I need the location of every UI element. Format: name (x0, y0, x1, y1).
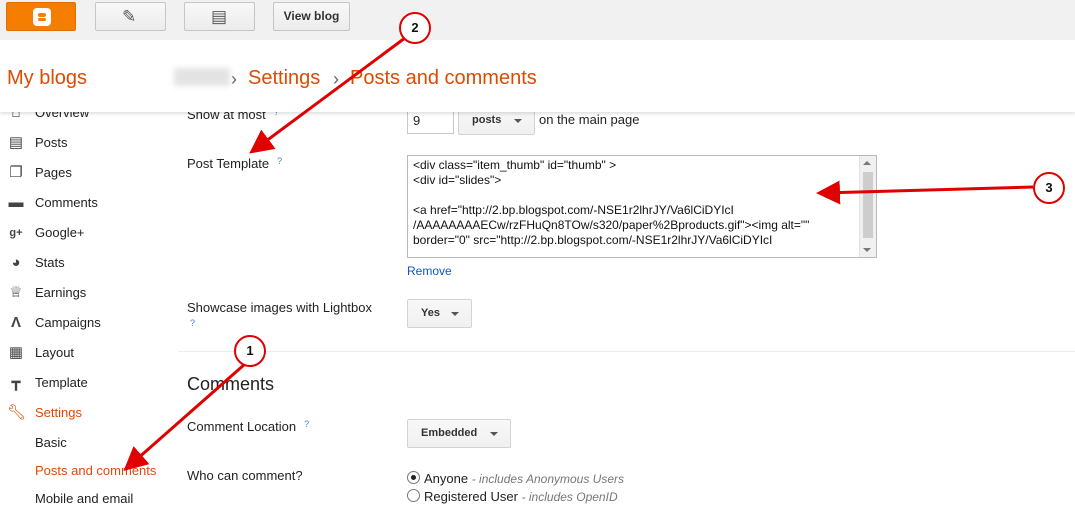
annotation-arrow-3 (816, 180, 1034, 205)
annotation-arrow-1 (123, 362, 246, 471)
annotation-marker-1: 1 (234, 335, 266, 367)
annotation-marker-3: 3 (1033, 172, 1065, 204)
annotation-marker-2: 2 (399, 12, 431, 44)
annotation-arrow-2 (249, 36, 406, 154)
annotation-overlay (123, 36, 1034, 471)
